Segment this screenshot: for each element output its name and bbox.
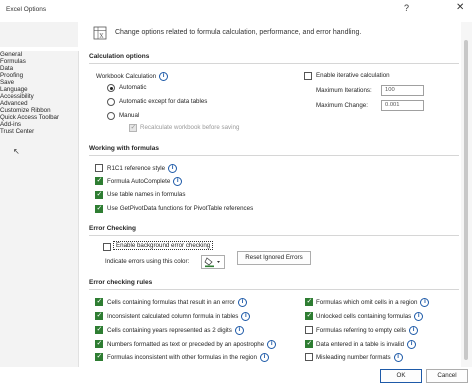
radio-automatic-label: Automatic [119, 84, 147, 91]
rule-empty-cells-label: Formulas referring to empty cells i [316, 326, 419, 335]
info-icon: i [259, 353, 269, 362]
radio-manual-label: Manual [119, 112, 140, 119]
info-icon: i [159, 72, 169, 81]
background-error-checking-label: Enable background error checking [113, 241, 214, 250]
scrollbar-thumb[interactable] [464, 40, 468, 360]
max-change-label: Maximum Change: [316, 102, 368, 109]
sidebar-item-data[interactable]: Data [0, 65, 78, 72]
rule-numbers-as-text-checkbox[interactable] [95, 339, 103, 348]
formula-autocomplete-checkbox[interactable] [95, 176, 103, 185]
section-title: Working with formulas [89, 145, 159, 152]
section-title: Error checking rules [89, 279, 153, 286]
error-color-picker[interactable] [201, 255, 225, 269]
formula-autocomplete-label: Formula AutoComplete i [107, 177, 183, 186]
rule-misleading-formats-label: Misleading number formats i [316, 353, 403, 362]
dialog-footer: OK Cancel [0, 367, 474, 386]
radio-manual[interactable] [107, 112, 115, 120]
getpivotdata-label: Use GetPivotData functions for PivotTabl… [107, 205, 254, 212]
rule-omit-cells-label: Formulas which omit cells in a region i [316, 298, 430, 307]
recalculate-before-saving-checkbox[interactable] [129, 123, 137, 132]
reset-ignored-errors-button[interactable]: Reset Ignored Errors [237, 251, 311, 265]
sidebar-item-language[interactable]: Language [0, 86, 78, 93]
rule-numbers-as-text-label: Numbers formatted as text or preceded by… [107, 340, 277, 349]
section-error-checking: Error Checking [89, 225, 459, 236]
sidebar-item-customize-ribbon[interactable]: Customize Ribbon [0, 107, 78, 114]
iterative-calculation-checkbox[interactable] [304, 72, 312, 80]
rule-inconsistent-column-checkbox[interactable] [95, 311, 103, 320]
sidebar-item-formulas[interactable]: Formulas [0, 58, 78, 65]
info-icon: i [241, 312, 251, 321]
iterative-calculation-label: Enable iterative calculation [316, 72, 390, 79]
window-title: Excel Options [6, 6, 47, 13]
max-iterations-input[interactable]: 100 [381, 85, 424, 96]
getpivotdata-checkbox[interactable] [95, 204, 103, 213]
sidebar: General Formulas Data Proofing Save Lang… [0, 51, 79, 386]
rule-omit-cells-checkbox[interactable] [305, 297, 313, 306]
rule-error-result-checkbox[interactable] [95, 297, 103, 306]
table-names-label: Use table names in formulas [107, 191, 186, 198]
rule-error-result-label: Cells containing formulas that result in… [107, 298, 247, 307]
close-button[interactable]: ✕ [456, 2, 464, 13]
sidebar-item-general[interactable]: General [0, 51, 78, 58]
sidebar-item-accessibility[interactable]: Accessibility [0, 93, 78, 100]
info-icon: i [173, 177, 183, 186]
workbook-calculation-label: Workbook Calculation i [96, 72, 169, 81]
section-title: Error Checking [89, 225, 136, 232]
background-error-checking-checkbox[interactable] [103, 243, 111, 251]
info-icon: i [420, 298, 430, 307]
section-title: Calculation options [89, 53, 150, 60]
help-button[interactable]: ? [404, 3, 409, 13]
info-icon: i [168, 164, 178, 173]
indicate-errors-label: Indicate errors using this color: [105, 258, 190, 265]
radio-automatic-except-tables[interactable] [107, 98, 115, 106]
paint-bucket-icon [204, 257, 220, 268]
sidebar-item-advanced[interactable]: Advanced [0, 100, 78, 107]
r1c1-checkbox[interactable] [95, 164, 103, 172]
rule-unlocked-cells-checkbox[interactable] [305, 311, 313, 320]
info-icon: i [414, 312, 424, 321]
rule-two-digit-years-label: Cells containing years represented as 2 … [107, 326, 244, 335]
sidebar-item-trust-center[interactable]: Trust Center [0, 128, 78, 135]
info-icon: i [234, 326, 244, 335]
formulas-panel: x Change options related to formula calc… [79, 22, 461, 367]
rule-two-digit-years-checkbox[interactable] [95, 325, 103, 334]
info-icon: i [407, 340, 417, 349]
title-bar: Excel Options ? ✕ [0, 0, 474, 22]
max-iterations-label: Maximum Iterations: [316, 87, 372, 94]
rule-invalid-table-data-checkbox[interactable] [305, 339, 313, 348]
sidebar-item-save[interactable]: Save [0, 79, 78, 86]
sidebar-item-add-ins[interactable]: Add-ins [0, 121, 78, 128]
rule-invalid-table-data-label: Data entered in a table is invalid i [316, 340, 417, 349]
rule-inconsistent-region-checkbox[interactable] [95, 352, 103, 361]
ok-button[interactable]: OK [380, 369, 422, 383]
max-change-input[interactable]: 0.001 [381, 100, 424, 111]
table-names-checkbox[interactable] [95, 190, 103, 199]
radio-automatic-except-tables-label: Automatic except for data tables [119, 98, 208, 105]
section-working-with-formulas: Working with formulas [89, 145, 459, 156]
rule-unlocked-cells-label: Unlocked cells containing formulas i [316, 312, 424, 321]
rule-inconsistent-column-label: Inconsistent calculated column formula i… [107, 312, 251, 321]
page-description: Change options related to formula calcul… [115, 29, 362, 36]
section-error-checking-rules: Error checking rules [89, 279, 459, 290]
info-icon: i [409, 326, 419, 335]
info-icon: i [267, 340, 277, 349]
sidebar-item-quick-access-toolbar[interactable]: Quick Access Toolbar [0, 114, 78, 121]
sidebar-top [0, 22, 78, 47]
rule-inconsistent-region-label: Formulas inconsistent with other formula… [107, 353, 269, 362]
formula-settings-icon: x [93, 26, 107, 40]
vertical-scrollbar[interactable] [461, 22, 472, 367]
mouse-cursor-icon: ↖ [13, 147, 20, 156]
rule-empty-cells-checkbox[interactable] [305, 326, 313, 334]
radio-automatic[interactable] [107, 84, 115, 92]
rule-misleading-formats-checkbox[interactable] [305, 353, 313, 361]
section-calculation-options: Calculation options [89, 53, 459, 64]
svg-text:x: x [100, 32, 104, 40]
r1c1-label: R1C1 reference style i [107, 164, 178, 173]
sidebar-item-proofing[interactable]: Proofing [0, 72, 78, 79]
cancel-button[interactable]: Cancel [426, 369, 468, 383]
info-icon: i [393, 353, 403, 362]
info-icon: i [237, 298, 247, 307]
recalculate-before-saving-label: Recalculate workbook before saving [140, 124, 240, 131]
